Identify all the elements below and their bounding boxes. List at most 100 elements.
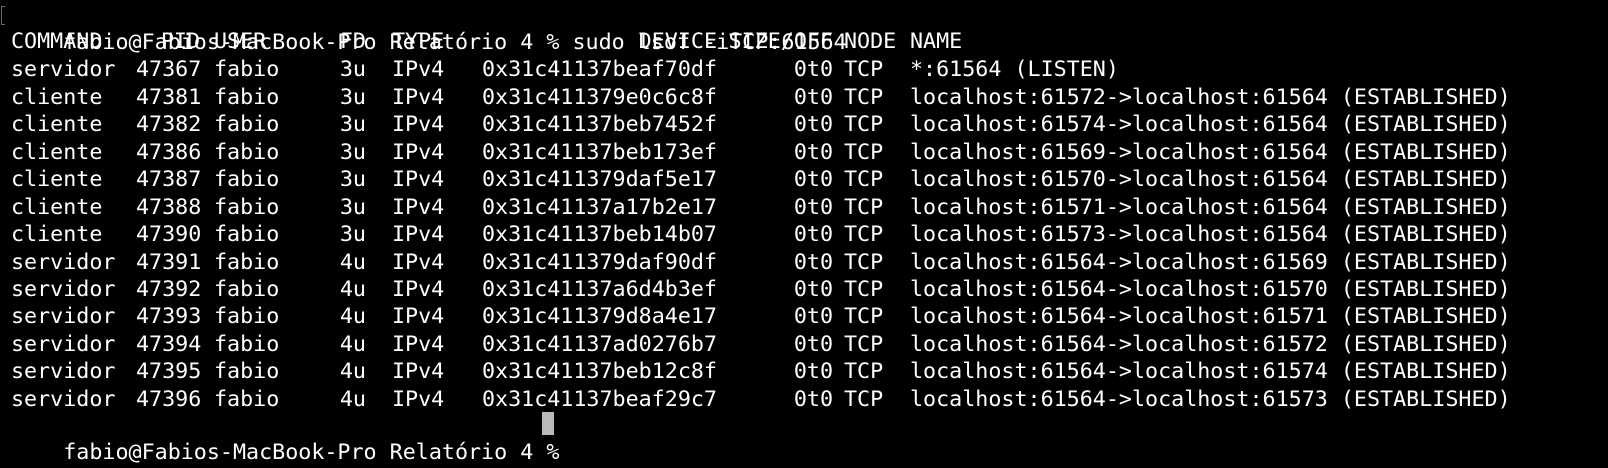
row-node: TCP [844,277,884,302]
lsof-row: cliente 47390 fabio 3u IPv4 0x31c41137be… [11,221,1511,249]
lsof-row: cliente 47381 fabio 3u IPv4 0x31c411379e… [11,84,1511,112]
row-fd: 3u [339,140,366,165]
header-size-off: SIZE/OFF [728,29,833,54]
row-command: cliente [11,112,103,137]
row-type: IPv4 [392,387,445,412]
row-type: IPv4 [392,250,445,275]
row-type: IPv4 [392,167,445,192]
row-node: TCP [844,359,884,384]
row-name: localhost:61572->localhost:61564 (ESTABL… [910,85,1511,110]
row-name: localhost:61564->localhost:61569 (ESTABL… [910,250,1511,275]
row-type: IPv4 [392,277,445,302]
terminal-window[interactable]: fabio@Fabios-MacBook-Pro Relatório 4 % s… [0,0,1608,468]
header-type: TYPE [392,29,445,54]
row-node: TCP [844,140,884,165]
row-command: servidor [11,277,116,302]
row-fd: 3u [339,112,366,137]
row-size-off: 0t0 [793,112,833,137]
row-node: TCP [844,222,884,247]
row-user: fabio [214,359,280,384]
row-name: localhost:61569->localhost:61564 (ESTABL… [910,140,1511,165]
row-name: localhost:61574->localhost:61564 (ESTABL… [910,112,1511,137]
row-size-off: 0t0 [793,332,833,357]
row-pid: 47381 [136,85,202,110]
row-command: servidor [11,359,116,384]
row-name: localhost:61564->localhost:61572 (ESTABL… [910,332,1511,357]
row-node: TCP [844,57,884,82]
row-type: IPv4 [392,304,445,329]
row-fd: 3u [339,85,366,110]
row-pid: 47390 [136,222,202,247]
row-device: 0x31c41137a6d4b3ef [481,277,717,302]
lsof-row: servidor 47394 fabio 4u IPv4 0x31c41137a… [11,331,1511,359]
row-command: cliente [11,85,103,110]
row-size-off: 0t0 [793,140,833,165]
lsof-row: cliente 47388 fabio 3u IPv4 0x31c41137a1… [11,194,1511,222]
row-name: localhost:61571->localhost:61564 (ESTABL… [910,195,1511,220]
lsof-row: servidor 47391 fabio 4u IPv4 0x31c411379… [11,249,1511,277]
row-node: TCP [844,332,884,357]
lsof-row: servidor 47396 fabio 4u IPv4 0x31c41137b… [11,386,1511,414]
row-command: servidor [11,250,116,275]
row-user: fabio [214,85,280,110]
lsof-row: cliente 47382 fabio 3u IPv4 0x31c41137be… [11,111,1511,139]
row-node: TCP [844,304,884,329]
row-name: localhost:61570->localhost:61564 (ESTABL… [910,167,1511,192]
row-device: 0x31c411379daf90df [481,250,717,275]
row-user: fabio [214,387,280,412]
header-fd: FD [339,29,366,54]
row-user: fabio [214,250,280,275]
header-device: DEVICE [638,29,717,54]
row-node: TCP [844,85,884,110]
row-fd: 3u [339,195,366,220]
row-device: 0x31c41137beb12c8f [481,359,717,384]
row-command: cliente [11,167,103,192]
row-size-off: 0t0 [793,167,833,192]
row-pid: 47388 [136,195,202,220]
row-name: localhost:61564->localhost:61573 (ESTABL… [910,387,1511,412]
row-size-off: 0t0 [793,304,833,329]
row-device: 0x31c411379e0c6c8f [481,85,717,110]
row-size-off: 0t0 [793,222,833,247]
row-fd: 3u [339,167,366,192]
row-name: *:61564 (LISTEN) [910,57,1119,82]
row-fd: 4u [339,359,366,384]
row-command: cliente [11,140,103,165]
row-pid: 47367 [136,57,202,82]
row-device: 0x31c41137a17b2e17 [481,195,717,220]
row-node: TCP [844,112,884,137]
row-size-off: 0t0 [793,85,833,110]
active-prompt-line[interactable]: fabio@Fabios-MacBook-Pro Relatório 4 % [11,411,572,465]
row-user: fabio [214,277,280,302]
header-command: COMMAND [11,29,103,54]
row-size-off: 0t0 [793,277,833,302]
row-name: localhost:61564->localhost:61570 (ESTABL… [910,277,1511,302]
row-node: TCP [844,387,884,412]
row-fd: 4u [339,277,366,302]
row-node: TCP [844,167,884,192]
row-command: servidor [11,304,116,329]
row-fd: 4u [339,304,366,329]
row-fd: 3u [339,57,366,82]
row-type: IPv4 [392,57,445,82]
row-fd: 4u [339,332,366,357]
row-command: servidor [11,332,116,357]
row-device: 0x31c41137beb173ef [481,140,717,165]
row-command: servidor [11,57,116,82]
lsof-row: servidor 47392 fabio 4u IPv4 0x31c41137a… [11,276,1511,304]
header-name: NAME [910,29,963,54]
row-device: 0x31c411379daf5e17 [481,167,717,192]
row-pid: 47396 [136,387,202,412]
command-prompt-line: fabio@Fabios-MacBook-Pro Relatório 4 % s… [11,1,846,55]
row-size-off: 0t0 [793,250,833,275]
row-size-off: 0t0 [793,57,833,82]
header-node: NODE [844,29,897,54]
row-type: IPv4 [392,140,445,165]
row-user: fabio [214,57,280,82]
prompt-mark [1,6,5,25]
row-pid: 47387 [136,167,202,192]
row-pid: 47386 [136,140,202,165]
row-device: 0x31c411379d8a4e17 [481,304,717,329]
row-device: 0x31c41137beb7452f [481,112,717,137]
lsof-header-row: COMMAND PID USER FD TYPE DEVICE SIZE/OFF… [11,28,962,56]
